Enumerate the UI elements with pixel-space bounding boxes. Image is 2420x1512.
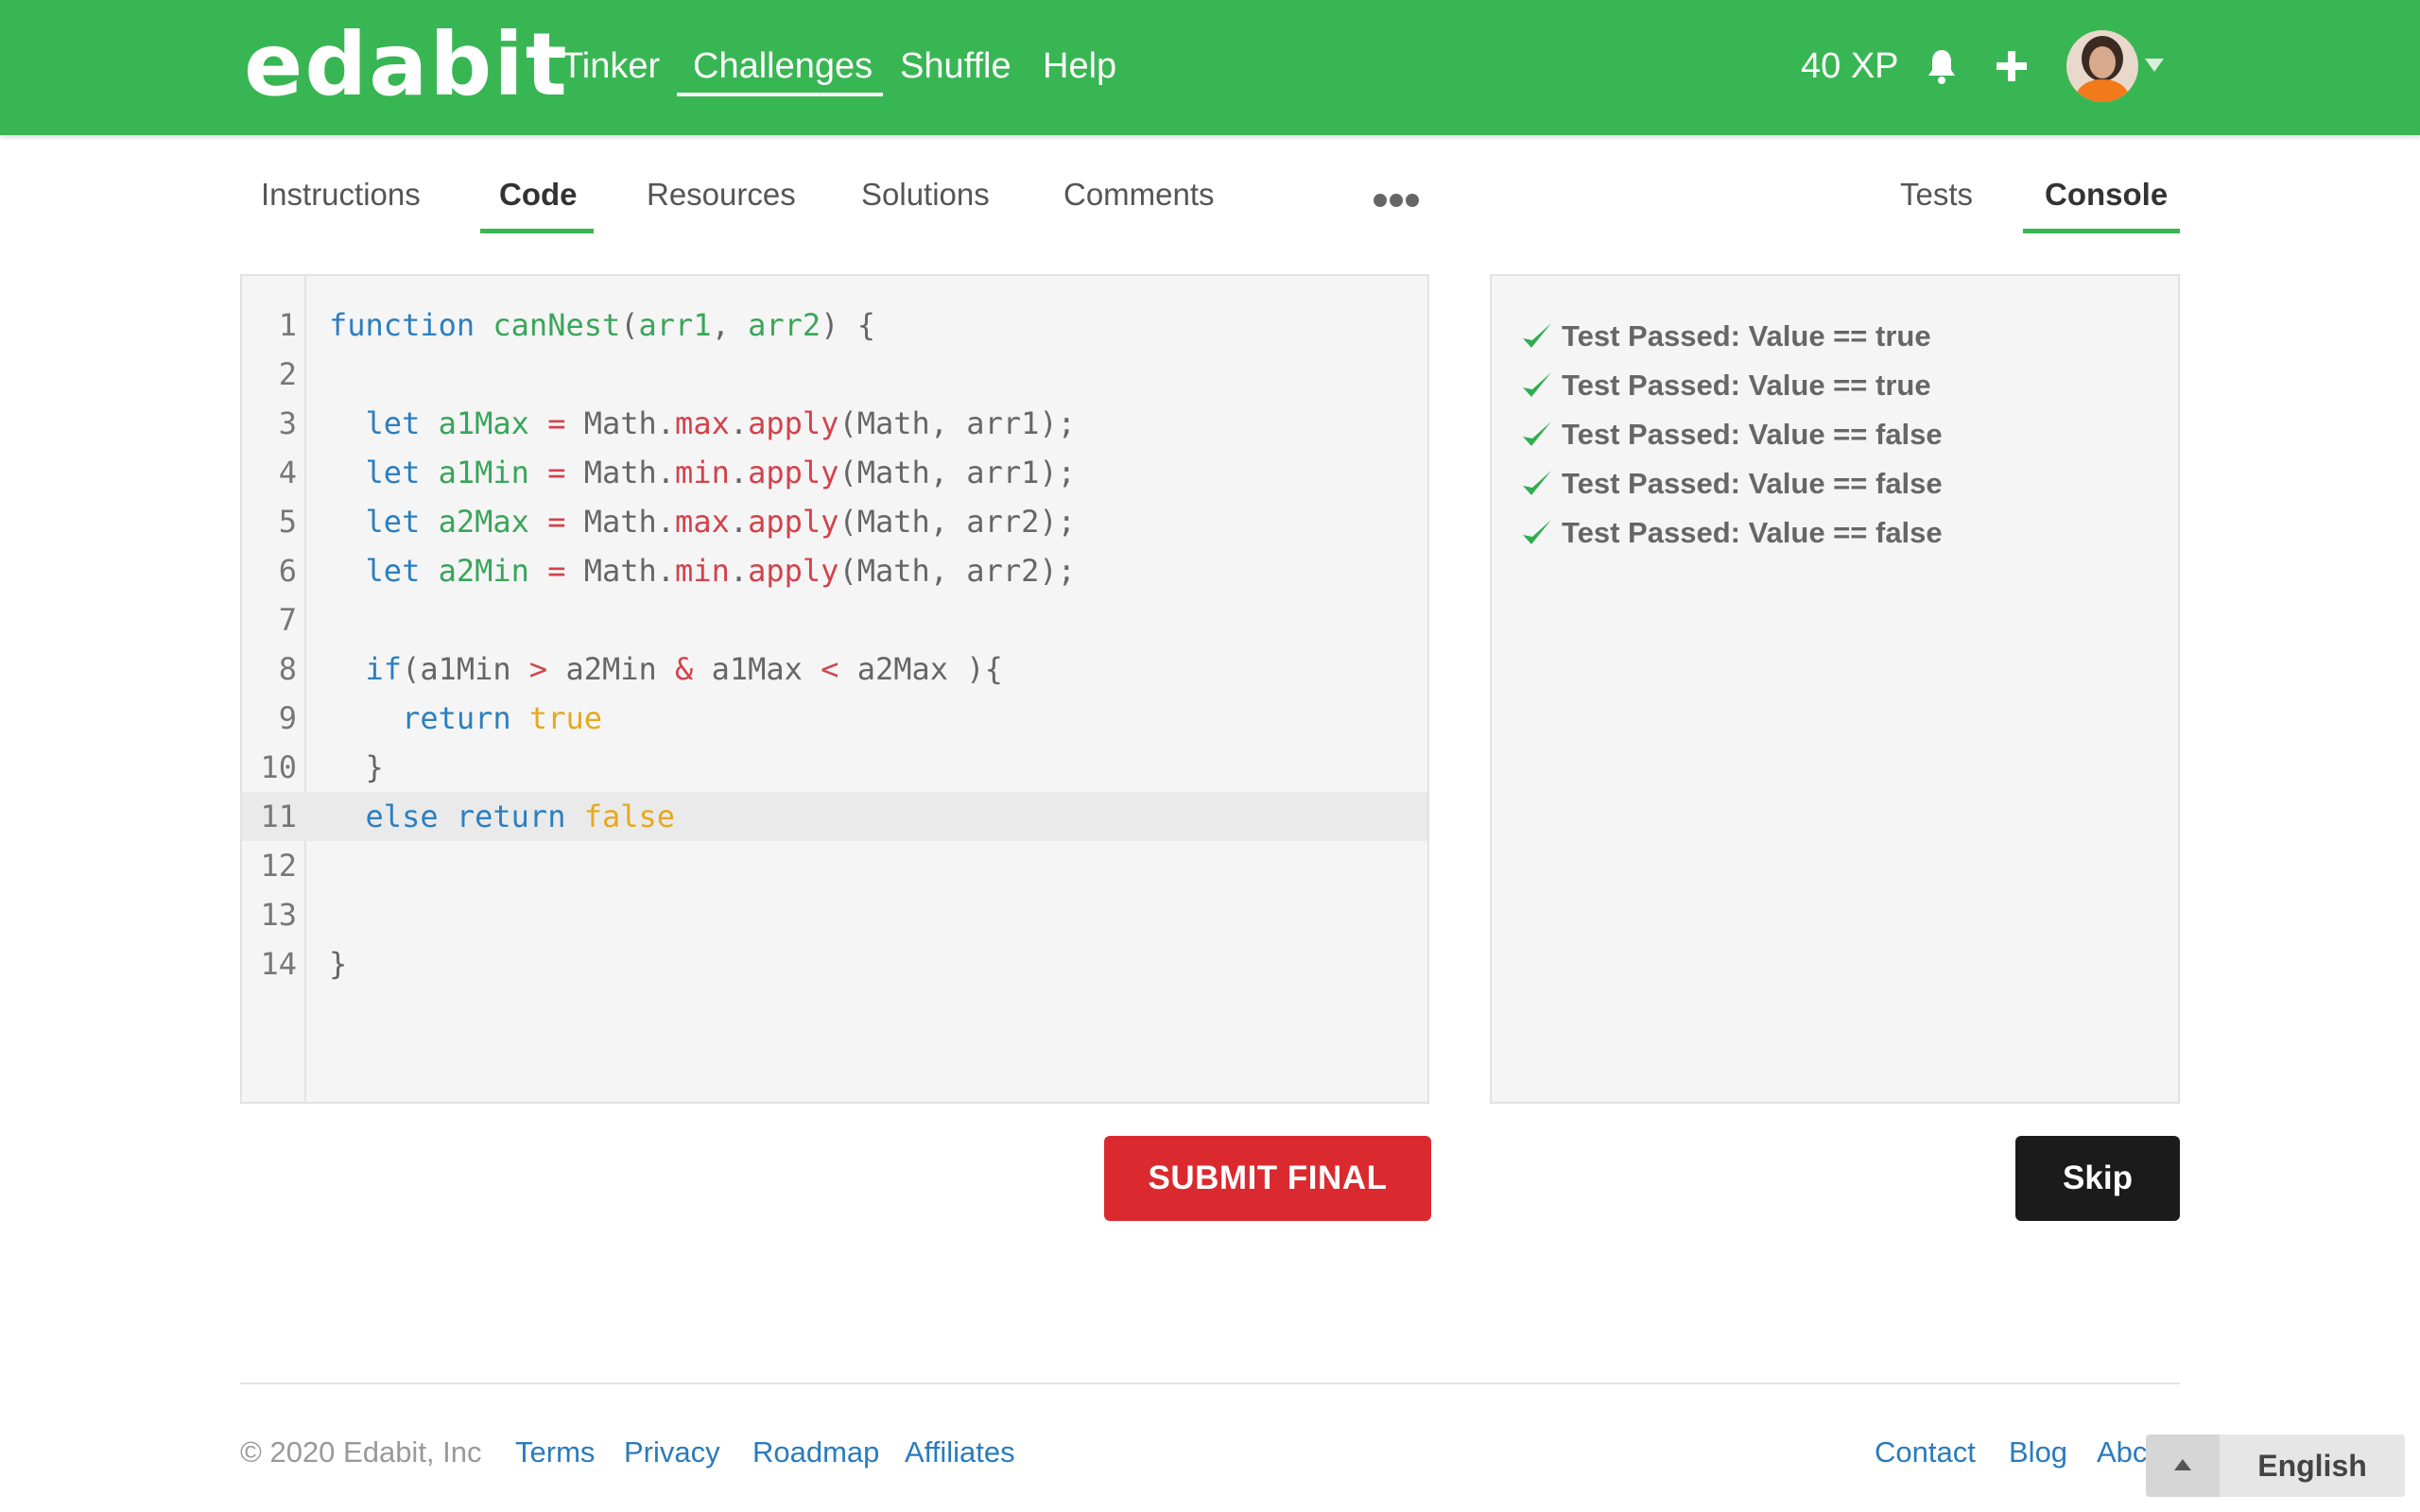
nav-shuffle[interactable]: Shuffle (900, 38, 1011, 94)
code-text: let a2Max = Math.max.apply(Math, arr2); (365, 504, 1076, 540)
code-line[interactable]: 6 let a2Min = Math.min.apply(Math, arr2)… (242, 546, 1427, 595)
test-result-text: Test Passed: Value == false (1562, 418, 1943, 451)
footer-link-roadmap[interactable]: Roadmap (752, 1429, 879, 1476)
nav-challenges[interactable]: Challenges (693, 38, 873, 94)
test-result-text: Test Passed: Value == true (1562, 369, 1931, 402)
code-text: let a1Max = Math.max.apply(Math, arr1); (365, 405, 1076, 441)
code-line[interactable]: 9 return true (242, 694, 1427, 743)
check-icon (1523, 372, 1551, 397)
code-editor[interactable]: 1 function canNest(arr1, arr2) { 2 3 let… (240, 274, 1429, 1104)
tab-resources[interactable]: Resources (647, 170, 796, 219)
check-icon (1523, 323, 1551, 348)
chevron-down-icon[interactable] (2144, 57, 2165, 74)
submit-final-button[interactable]: SUBMIT FINAL (1104, 1136, 1431, 1221)
code-text: } (329, 749, 384, 785)
tab-code[interactable]: Code (499, 170, 578, 219)
check-icon (1523, 471, 1551, 495)
tab-code-indicator (480, 229, 594, 233)
tab-console[interactable]: Console (2045, 170, 2168, 219)
code-line[interactable]: 4 let a1Min = Math.min.apply(Math, arr1)… (242, 448, 1427, 497)
code-text: } (329, 946, 348, 982)
line-number: 11 (260, 799, 297, 834)
avatar[interactable] (2066, 30, 2138, 102)
code-line[interactable]: 10 } (242, 743, 1427, 792)
nav-tinker[interactable]: Tinker (562, 38, 660, 94)
check-icon (1523, 421, 1551, 446)
code-text: function canNest(arr1, arr2) { (329, 307, 875, 343)
code-line[interactable]: 3 let a1Max = Math.max.apply(Math, arr1)… (242, 399, 1427, 448)
code-line[interactable]: 12 (242, 841, 1427, 890)
line-number: 12 (260, 848, 297, 884)
line-number: 13 (260, 897, 297, 933)
bell-icon[interactable] (1925, 47, 1959, 85)
footer-divider (240, 1383, 2180, 1384)
code-text: let a2Min = Math.min.apply(Math, arr2); (365, 553, 1076, 589)
skip-button[interactable]: Skip (2015, 1136, 2180, 1221)
footer-link-about[interactable]: Abc (2097, 1429, 2147, 1476)
line-number: 1 (278, 307, 297, 343)
plus-icon[interactable] (1995, 49, 2029, 83)
language-selector[interactable]: English (2146, 1435, 2405, 1497)
code-line[interactable]: 13 (242, 890, 1427, 939)
language-toggle[interactable] (2146, 1435, 2220, 1497)
more-options-icon[interactable] (1373, 193, 1420, 208)
line-number: 10 (260, 749, 297, 785)
code-line[interactable]: 7 (242, 595, 1427, 644)
code-line[interactable]: 1 function canNest(arr1, arr2) { (242, 301, 1427, 350)
code-line[interactable]: 8 if(a1Min > a2Min & a1Max < a2Max ){ (242, 644, 1427, 694)
code-text: else return false (365, 799, 676, 834)
tab-solutions[interactable]: Solutions (861, 170, 990, 219)
tab-console-indicator (2023, 229, 2180, 233)
tab-comments[interactable]: Comments (1063, 170, 1215, 219)
footer-link-terms[interactable]: Terms (515, 1429, 595, 1476)
code-text: return true (402, 700, 602, 736)
line-number: 4 (278, 455, 297, 490)
line-number: 14 (260, 946, 297, 982)
avatar-image (2066, 30, 2138, 102)
top-navbar: edabit Tinker Challenges Shuffle Help 40… (0, 0, 2420, 135)
line-number: 2 (278, 356, 297, 392)
footer-link-affiliates[interactable]: Affiliates (905, 1429, 1015, 1476)
console-panel: Test Passed: Value == true Test Passed: … (1490, 274, 2180, 1104)
language-label: English (2257, 1449, 2367, 1483)
code-line[interactable]: 14 } (242, 939, 1427, 988)
edabit-logo[interactable]: edabit (244, 13, 569, 117)
nav-help[interactable]: Help (1043, 38, 1116, 94)
copyright-text: © 2020 Edabit, Inc (240, 1435, 482, 1469)
check-icon (1523, 520, 1551, 544)
line-number: 9 (278, 700, 297, 736)
footer-link-contact[interactable]: Contact (1875, 1429, 1976, 1476)
line-number: 8 (278, 651, 297, 687)
nav-active-indicator (677, 93, 883, 96)
xp-counter[interactable]: 40 XP (1801, 38, 1899, 94)
chevron-up-icon (2174, 1459, 2191, 1470)
code-line-current[interactable]: 11 else return false (242, 792, 1427, 841)
line-number: 5 (278, 504, 297, 540)
tab-tests[interactable]: Tests (1900, 170, 1973, 219)
test-result-text: Test Passed: Value == false (1562, 467, 1943, 500)
line-number: 7 (278, 602, 297, 638)
code-text: if(a1Min > a2Min & a1Max < a2Max ){ (365, 651, 1003, 687)
code-line[interactable]: 2 (242, 350, 1427, 399)
line-number: 6 (278, 553, 297, 589)
code-text: let a1Min = Math.min.apply(Math, arr1); (365, 455, 1076, 490)
tab-instructions[interactable]: Instructions (261, 170, 421, 219)
line-number: 3 (278, 405, 297, 441)
test-result-text: Test Passed: Value == false (1562, 516, 1943, 549)
footer-link-blog[interactable]: Blog (2009, 1429, 2067, 1476)
code-line[interactable]: 5 let a2Max = Math.max.apply(Math, arr2)… (242, 497, 1427, 546)
test-result-text: Test Passed: Value == true (1562, 319, 1931, 352)
footer-link-privacy[interactable]: Privacy (624, 1429, 720, 1476)
